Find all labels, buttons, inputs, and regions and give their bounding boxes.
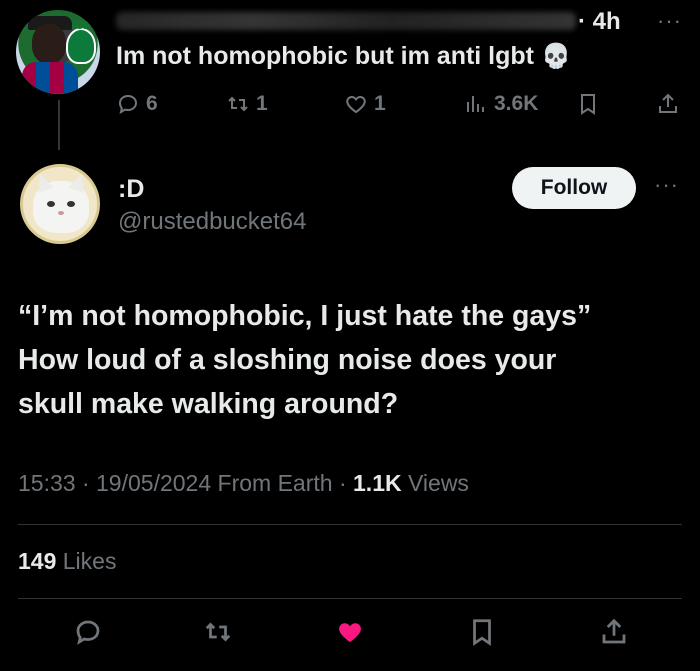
parent-timestamp[interactable]: · 4h: [578, 8, 621, 36]
likes-summary[interactable]: 149 Likes: [18, 548, 116, 575]
parent-reply-count: 6: [146, 92, 158, 115]
tweet-text-line: skull make walking around?: [18, 388, 399, 420]
parent-like-count: 1: [374, 92, 386, 115]
like-button[interactable]: [330, 612, 370, 652]
share-icon: [602, 618, 626, 644]
tweet-text-line: “I’m not homophobic, I just hate the gay…: [18, 300, 592, 332]
share-button[interactable]: [594, 612, 634, 652]
author-handle[interactable]: @rustedbucket64: [118, 208, 306, 236]
bookmark-icon: [473, 619, 491, 646]
parent-more-icon[interactable]: ···: [657, 8, 682, 34]
parent-view-count: 3.6K: [494, 92, 539, 115]
tweet-source: From Earth: [217, 470, 333, 496]
likes-count: 149: [18, 548, 57, 574]
parent-author-redacted[interactable]: [116, 12, 576, 30]
reply-button[interactable]: [68, 612, 108, 652]
views-count: 1.1K: [353, 470, 402, 496]
like-icon: [339, 623, 361, 642]
skull-emoji-icon: 💀: [540, 42, 571, 70]
bookmark-icon: [581, 94, 595, 115]
parent-views-button[interactable]: 3.6K: [464, 92, 538, 116]
divider: [18, 598, 682, 599]
parent-text: Im not homophobic but im anti lgbt: [116, 42, 534, 70]
club-crest-icon: [66, 28, 96, 64]
reply-icon: [118, 94, 138, 115]
like-icon: [346, 95, 366, 114]
tweet-text: “I’m not homophobic, I just hate the gay…: [18, 294, 682, 426]
parent-share-button[interactable]: [656, 92, 680, 116]
repost-icon: [205, 622, 231, 642]
reply-icon: [76, 620, 100, 645]
author-avatar[interactable]: [20, 164, 100, 244]
repost-button[interactable]: [198, 612, 238, 652]
thread-line: [58, 100, 60, 150]
author-display-name[interactable]: :D: [118, 175, 144, 204]
tweet-date[interactable]: 19/05/2024: [96, 470, 211, 496]
cat-avatar-image: [33, 181, 89, 233]
views-icon: [467, 96, 484, 112]
tweet-time[interactable]: 15:33: [18, 470, 76, 496]
tweet-metadata: 15:33 · 19/05/2024 From Earth · 1.1K Vie…: [18, 470, 469, 496]
more-options-icon[interactable]: ···: [654, 172, 679, 198]
bookmark-button[interactable]: [462, 612, 502, 652]
parent-header: · 4h ···: [116, 6, 686, 36]
tweet-actions: [0, 612, 700, 652]
parent-repost-count: 1: [256, 92, 268, 115]
follow-button[interactable]: Follow: [512, 167, 636, 209]
parent-avatar[interactable]: SCP: [16, 10, 100, 94]
repost-icon: [228, 96, 248, 112]
tweet-text-line: How loud of a sloshing noise does your: [18, 344, 557, 376]
parent-like-button[interactable]: 1: [344, 92, 386, 116]
views-label: Views: [408, 470, 469, 496]
parent-actions: 6 1 1 3.6K: [116, 92, 690, 124]
parent-repost-button[interactable]: 1: [226, 92, 268, 116]
share-icon: [659, 93, 677, 113]
parent-reply-button[interactable]: 6: [116, 92, 158, 116]
parent-tweet[interactable]: SCP · 4h ··· Im not homophobic but im an…: [0, 0, 700, 150]
parent-bookmark-button[interactable]: [576, 92, 600, 116]
likes-label: Likes: [62, 548, 117, 574]
divider: [18, 524, 682, 525]
parent-tweet-text: Im not homophobic but im anti lgbt 💀: [116, 42, 571, 71]
